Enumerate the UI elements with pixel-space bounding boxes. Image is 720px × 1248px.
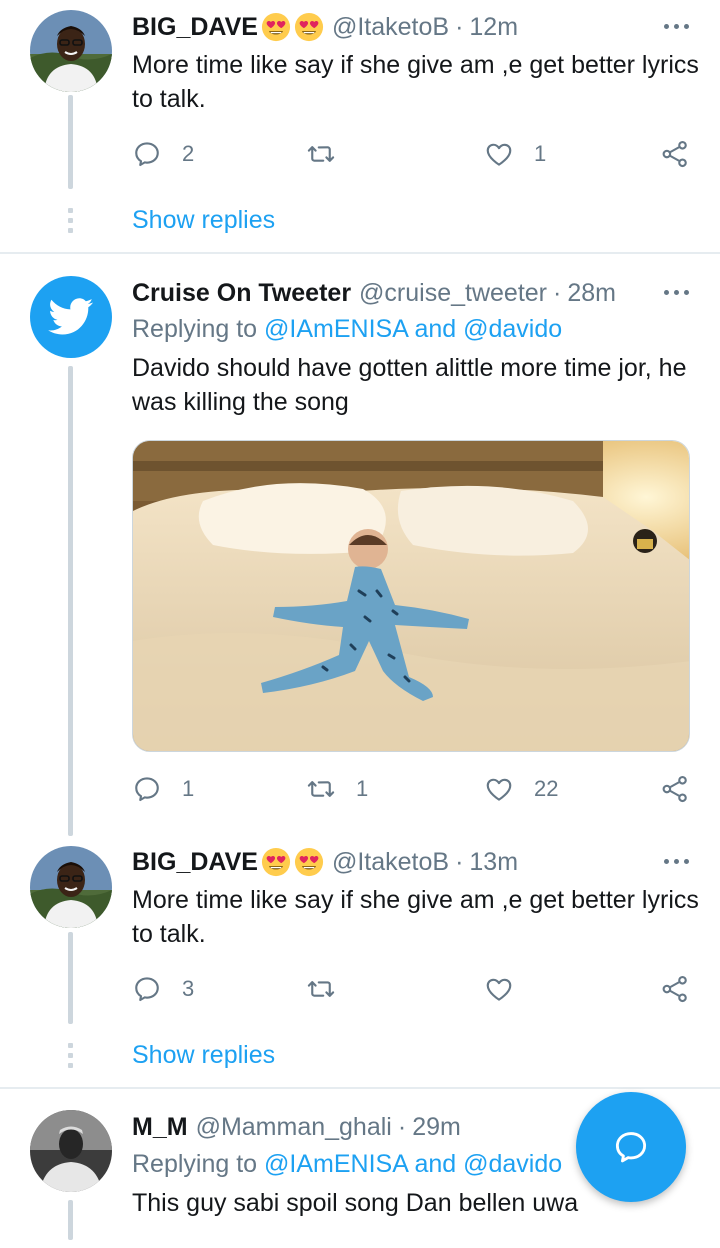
tweet-text: Davido should have gotten alittle more t… <box>132 354 687 416</box>
thread-dots <box>68 208 73 238</box>
compose-reply-button[interactable] <box>576 1092 686 1202</box>
replying-to-mentions[interactable]: @IAmENISA and @davido <box>264 1150 562 1178</box>
reply-button[interactable]: 2 <box>132 137 194 171</box>
author-name[interactable]: BIG_DAVE <box>132 848 258 877</box>
like-icon <box>484 974 514 1004</box>
reply-count: 3 <box>182 976 195 1001</box>
like-count: 1 <box>534 141 547 166</box>
share-icon <box>660 974 690 1004</box>
timestamp[interactable]: 12m <box>469 13 518 42</box>
author-name[interactable]: BIG_DAVE <box>132 13 258 42</box>
author-handle[interactable]: @Mamman_ghali <box>196 1113 392 1142</box>
replying-prefix: Replying to <box>132 1150 258 1178</box>
divider <box>0 1087 720 1089</box>
tweet-text: More time like say if she give am ,e get… <box>132 51 699 113</box>
like-count: 22 <box>534 776 559 801</box>
reply-count: 1 <box>182 776 195 801</box>
author-handle[interactable]: @ItaketoB <box>332 13 449 42</box>
timestamp[interactable]: 28m <box>567 279 616 308</box>
separator: · <box>553 278 562 307</box>
thread-dots <box>68 1043 73 1073</box>
retweet-count: 1 <box>356 776 369 801</box>
share-button[interactable] <box>660 772 690 806</box>
retweet-icon <box>306 774 336 804</box>
tweet-text: More time like say if she give am ,e get… <box>132 886 699 948</box>
like-icon <box>484 139 514 169</box>
author-name[interactable]: Cruise On Tweeter <box>132 279 351 308</box>
more-options-icon[interactable] <box>664 858 690 866</box>
heart-eyes-emoji <box>261 847 291 877</box>
tweet-media-photo[interactable] <box>132 440 690 752</box>
author-name[interactable]: M_M <box>132 1113 188 1142</box>
like-icon <box>484 774 514 804</box>
share-icon <box>660 139 690 169</box>
retweet-icon <box>306 139 336 169</box>
thread-line <box>68 366 73 836</box>
show-replies-link[interactable]: Show replies <box>132 1041 275 1070</box>
like-button[interactable]: 22 <box>484 772 558 806</box>
share-button[interactable] <box>660 137 690 171</box>
heart-eyes-emoji <box>294 12 324 42</box>
like-button[interactable] <box>484 972 514 1006</box>
separator: · <box>455 847 464 876</box>
replying-to-mentions[interactable]: @IAmENISA and @davido <box>264 315 562 343</box>
retweet-button[interactable] <box>306 972 336 1006</box>
thread-line <box>68 932 73 1024</box>
avatar[interactable] <box>30 1110 112 1192</box>
timestamp[interactable]: 29m <box>412 1113 461 1142</box>
twitter-bird-icon <box>48 298 94 335</box>
avatar[interactable] <box>30 276 112 358</box>
heart-eyes-emoji <box>261 12 291 42</box>
reply-icon <box>132 974 162 1004</box>
replying-prefix: Replying to <box>132 315 258 343</box>
tweet-actions: 1 1 22 <box>132 772 692 806</box>
reply-count: 2 <box>182 141 195 166</box>
replying-to: Replying to @IAmENISA and @davido <box>132 315 562 344</box>
separator: · <box>397 1112 407 1141</box>
replying-to: Replying to @IAmENISA and @davido <box>132 1150 562 1179</box>
more-options-icon[interactable] <box>664 23 690 31</box>
show-replies-link[interactable]: Show replies <box>132 206 275 235</box>
reply-icon <box>132 774 162 804</box>
divider <box>0 252 720 254</box>
retweet-button[interactable] <box>306 137 356 171</box>
author-handle[interactable]: @ItaketoB <box>332 848 449 877</box>
author-handle[interactable]: @cruise_tweeter <box>359 279 547 308</box>
more-options-icon[interactable] <box>664 289 690 297</box>
retweet-icon <box>306 974 336 1004</box>
timestamp[interactable]: 13m <box>469 848 518 877</box>
separator: · <box>455 12 464 41</box>
thread-line <box>68 1200 73 1240</box>
retweet-button[interactable]: 1 <box>306 772 368 806</box>
tweet-actions: 2 1 <box>132 137 692 171</box>
reply-icon <box>132 139 162 169</box>
tweet-actions: 3 <box>132 972 692 1006</box>
like-button[interactable]: 1 <box>484 137 546 171</box>
share-button[interactable] <box>660 972 690 1006</box>
heart-eyes-emoji <box>294 847 324 877</box>
compose-reply-icon <box>615 1132 647 1163</box>
share-icon <box>660 774 690 804</box>
reply-button[interactable]: 3 <box>132 972 194 1006</box>
avatar[interactable] <box>30 10 112 92</box>
avatar[interactable] <box>30 846 112 928</box>
thread-line <box>68 95 73 189</box>
reply-button[interactable]: 1 <box>132 772 194 806</box>
